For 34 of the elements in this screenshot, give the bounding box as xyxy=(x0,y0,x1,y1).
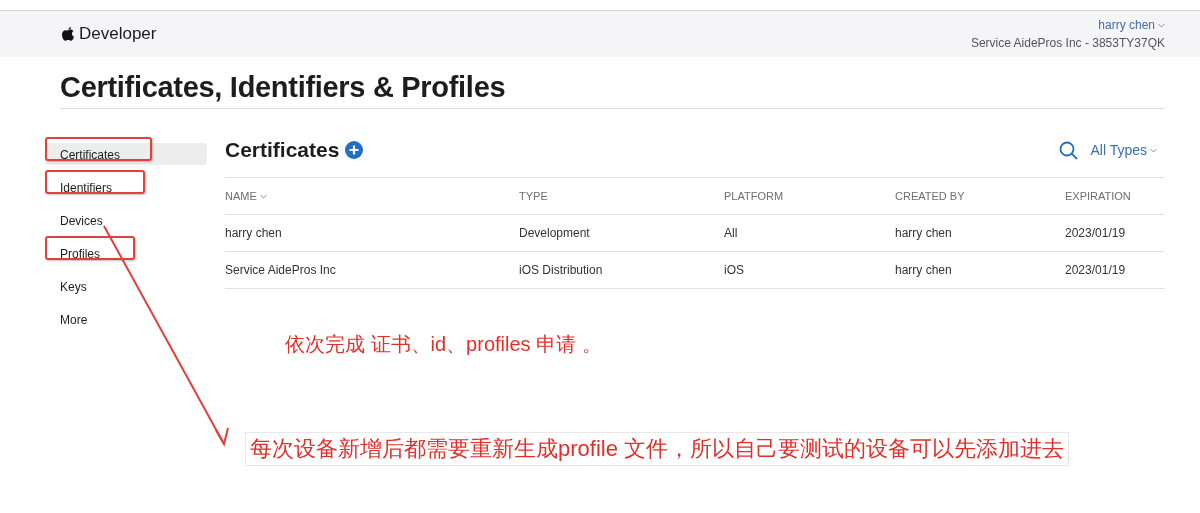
user-menu[interactable]: harry chen xyxy=(1098,18,1165,32)
search-icon[interactable] xyxy=(1059,140,1079,160)
brand-name: Developer xyxy=(79,24,157,44)
section-title: Certificates xyxy=(225,138,340,162)
sidebar-item[interactable]: Identifiers xyxy=(45,176,207,198)
table-cell-text: iOS xyxy=(724,263,745,277)
annotation-note: 每次设备新增后都需要重新生成profile 文件，所以自己要测试的设备可以先添加进去 xyxy=(245,432,1070,466)
table-cell-text: 2023/01/19 xyxy=(1065,263,1127,277)
annotation-note: 依次完成 证书、id、profiles 申请 。 xyxy=(285,332,603,357)
table-cell-text: 2023/01/19 xyxy=(1065,226,1127,240)
table-cell-text: Development xyxy=(519,226,591,240)
table-cell-text: harry chen xyxy=(895,263,953,277)
sidebar-item[interactable]: Certificates xyxy=(45,143,207,165)
sidebar-item[interactable]: Devices xyxy=(45,209,207,231)
column-header: PLATFORM xyxy=(724,190,785,202)
page-title: Certificates, Identifiers & Profiles xyxy=(60,71,1165,109)
team-name: Service AidePros Inc - 3853TY37QK xyxy=(970,36,1165,50)
table-cell-text: All xyxy=(724,226,739,240)
sidebar-item[interactable]: Keys xyxy=(45,275,207,297)
table-cell-text: iOS Distribution xyxy=(519,263,604,277)
table-cell-text: Service AidePros Inc xyxy=(225,263,337,277)
column-header: CREATED BY xyxy=(895,190,966,202)
add-icon[interactable] xyxy=(345,141,364,159)
chevron-icon xyxy=(1150,147,1157,153)
table-cell-text: harry chen xyxy=(895,226,953,240)
chevron-icon xyxy=(1158,22,1165,28)
column-header: TYPE xyxy=(519,190,549,202)
table-cell-text: harry chen xyxy=(225,226,283,240)
type-filter[interactable]: All Types xyxy=(1090,142,1157,158)
column-header[interactable]: NAME xyxy=(225,190,519,202)
sidebar-item[interactable]: Profiles xyxy=(45,242,207,264)
column-header: EXPIRATION xyxy=(1065,190,1132,202)
sidebar-item[interactable]: More xyxy=(45,308,207,330)
apple-logo xyxy=(60,25,75,43)
